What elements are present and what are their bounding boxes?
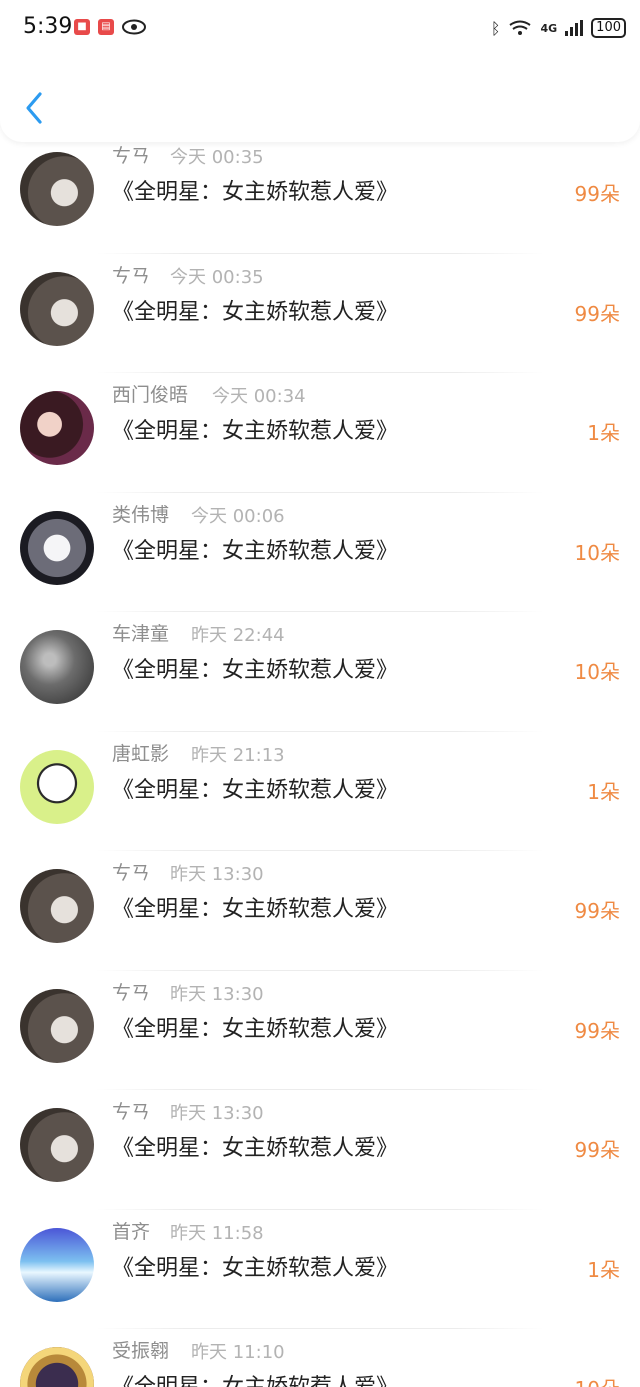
avatar[interactable] [20, 510, 94, 585]
timestamp: 昨天 22:44 [191, 625, 285, 646]
avatar[interactable] [20, 749, 94, 824]
book-notification-icon: ▤ [98, 19, 114, 35]
user-name[interactable]: 西门俊晤 [112, 380, 188, 407]
timestamp: 今天 00:34 [212, 386, 306, 407]
gift-count: 99朵 [574, 899, 620, 923]
book-title: 《全明星：女主娇软惹人爱》 [112, 897, 399, 922]
notification-icons: ■ ▤ [74, 19, 146, 35]
timestamp: 昨天 11:58 [170, 1222, 264, 1244]
user-name[interactable]: 唐虹影 [112, 739, 169, 766]
book-title: 《全明星：女主娇软惹人爱》 [112, 180, 399, 205]
book-title: 《全明星：女主娇软惹人爱》 [112, 777, 399, 803]
timestamp: 昨天 11:10 [191, 1342, 285, 1363]
user-name[interactable]: 类伟博 [112, 500, 169, 527]
user-name[interactable]: ㄘㄢ [112, 1097, 150, 1124]
user-name[interactable]: ㄘㄢ [112, 858, 150, 885]
avatar[interactable] [20, 988, 94, 1063]
gift-count: 10朵 [574, 660, 620, 684]
header: 5:39 ■ ▤ ᛒ 4G 100 [0, 0, 640, 142]
timestamp: 今天 00:35 [170, 266, 264, 288]
list-item[interactable]: 唐虹影 昨天 21:13 《全明星：女主娇软惹人爱》 1朵 [0, 732, 640, 851]
list-item[interactable]: ㄘㄢ 今天 00:35 《全明星：女主娇软惹人爱》 99朵 [0, 254, 640, 373]
page: { "status_bar": { "time": "5:39", "batte… [0, 0, 640, 1387]
book-title: 《全明星：女主娇软惹人爱》 [112, 419, 399, 444]
app-notification-icon: ■ [74, 19, 90, 35]
avatar[interactable] [20, 271, 94, 346]
gift-count: 10朵 [575, 1373, 620, 1387]
status-time: 5:39 [23, 14, 73, 39]
avatar[interactable] [20, 152, 94, 226]
user-name[interactable]: ㄘㄢ [112, 141, 150, 168]
list-item[interactable]: ㄘㄢ 昨天 13:30 《全明星：女主娇软惹人爱》 99朵 [0, 1090, 640, 1210]
bluetooth-icon: ᛒ [490, 18, 501, 38]
timestamp: 昨天 13:30 [170, 1103, 264, 1124]
list-item[interactable]: ㄘㄢ 昨天 13:30 《全明星：女主娇软惹人爱》 99朵 [0, 971, 640, 1090]
battery-indicator: 100 [591, 18, 626, 38]
timestamp: 昨天 21:13 [191, 744, 285, 766]
avatar[interactable] [20, 391, 94, 465]
timestamp: 今天 00:06 [191, 505, 285, 527]
avatar[interactable] [20, 1347, 94, 1387]
avatar[interactable] [20, 1227, 94, 1302]
timestamp: 今天 00:35 [170, 147, 264, 168]
list-item[interactable]: 受振翱 昨天 11:10 《全明星：女主娇软惹人爱》 10朵 [0, 1329, 640, 1387]
gift-count: 99朵 [574, 1138, 620, 1162]
user-name[interactable]: 车津童 [112, 619, 169, 646]
gift-record-list: ㄘㄢ 今天 00:35 《全明星：女主娇软惹人爱》 99朵 ㄘㄢ 今天 00:35 《全明星… [0, 134, 640, 1387]
list-item[interactable]: 西门俊晤 今天 00:34 《全明星：女主娇软惹人爱》 1朵 [0, 373, 640, 493]
gift-count: 10朵 [574, 540, 620, 565]
avatar[interactable] [20, 869, 94, 943]
user-name[interactable]: ㄘㄢ [112, 978, 150, 1005]
avatar[interactable] [20, 1108, 94, 1182]
user-name[interactable]: ㄘㄢ [112, 261, 150, 288]
book-title: 《全明星：女主娇软惹人爱》 [112, 538, 399, 564]
book-title: 《全明星：女主娇软惹人爱》 [112, 658, 399, 683]
book-title: 《全明星：女主娇软惹人爱》 [112, 1016, 399, 1042]
user-name[interactable]: 受振翱 [112, 1336, 169, 1363]
eye-icon [122, 19, 146, 35]
list-item[interactable]: 类伟博 今天 00:06 《全明星：女主娇软惹人爱》 10朵 [0, 493, 640, 612]
list-item[interactable]: 首齐 昨天 11:58 《全明星：女主娇软惹人爱》 1朵 [0, 1210, 640, 1329]
book-title: 《全明星：女主娇软惹人爱》 [112, 299, 399, 325]
wifi-icon [509, 20, 532, 35]
gift-count: 99朵 [574, 1018, 620, 1043]
book-title: 《全明星：女主娇软惹人爱》 [112, 1255, 399, 1281]
status-right: ᛒ 4G 100 [491, 18, 626, 38]
user-name[interactable]: 首齐 [112, 1217, 150, 1244]
gift-count: 1朵 [587, 1257, 620, 1282]
signal-type: 4G [540, 21, 558, 35]
gift-count: 99朵 [574, 301, 620, 326]
book-title: 《全明星：女主娇软惹人爱》 [112, 1136, 399, 1161]
list-item[interactable]: 车津童 昨天 22:44 《全明星：女主娇软惹人爱》 10朵 [0, 612, 640, 732]
chevron-left-icon[interactable] [22, 90, 46, 126]
gift-count: 1朵 [587, 779, 620, 804]
avatar[interactable] [20, 630, 94, 704]
signal-icon [565, 20, 584, 36]
gift-count: 1朵 [587, 421, 620, 445]
list-item[interactable]: ㄘㄢ 昨天 13:30 《全明星：女主娇软惹人爱》 99朵 [0, 851, 640, 971]
gift-count: 99朵 [574, 182, 620, 206]
timestamp: 昨天 13:30 [170, 864, 264, 885]
list-item[interactable]: ㄘㄢ 今天 00:35 《全明星：女主娇软惹人爱》 99朵 [0, 134, 640, 254]
book-title: 《全明星：女主娇软惹人爱》 [112, 1369, 398, 1387]
timestamp: 昨天 13:30 [170, 983, 264, 1005]
